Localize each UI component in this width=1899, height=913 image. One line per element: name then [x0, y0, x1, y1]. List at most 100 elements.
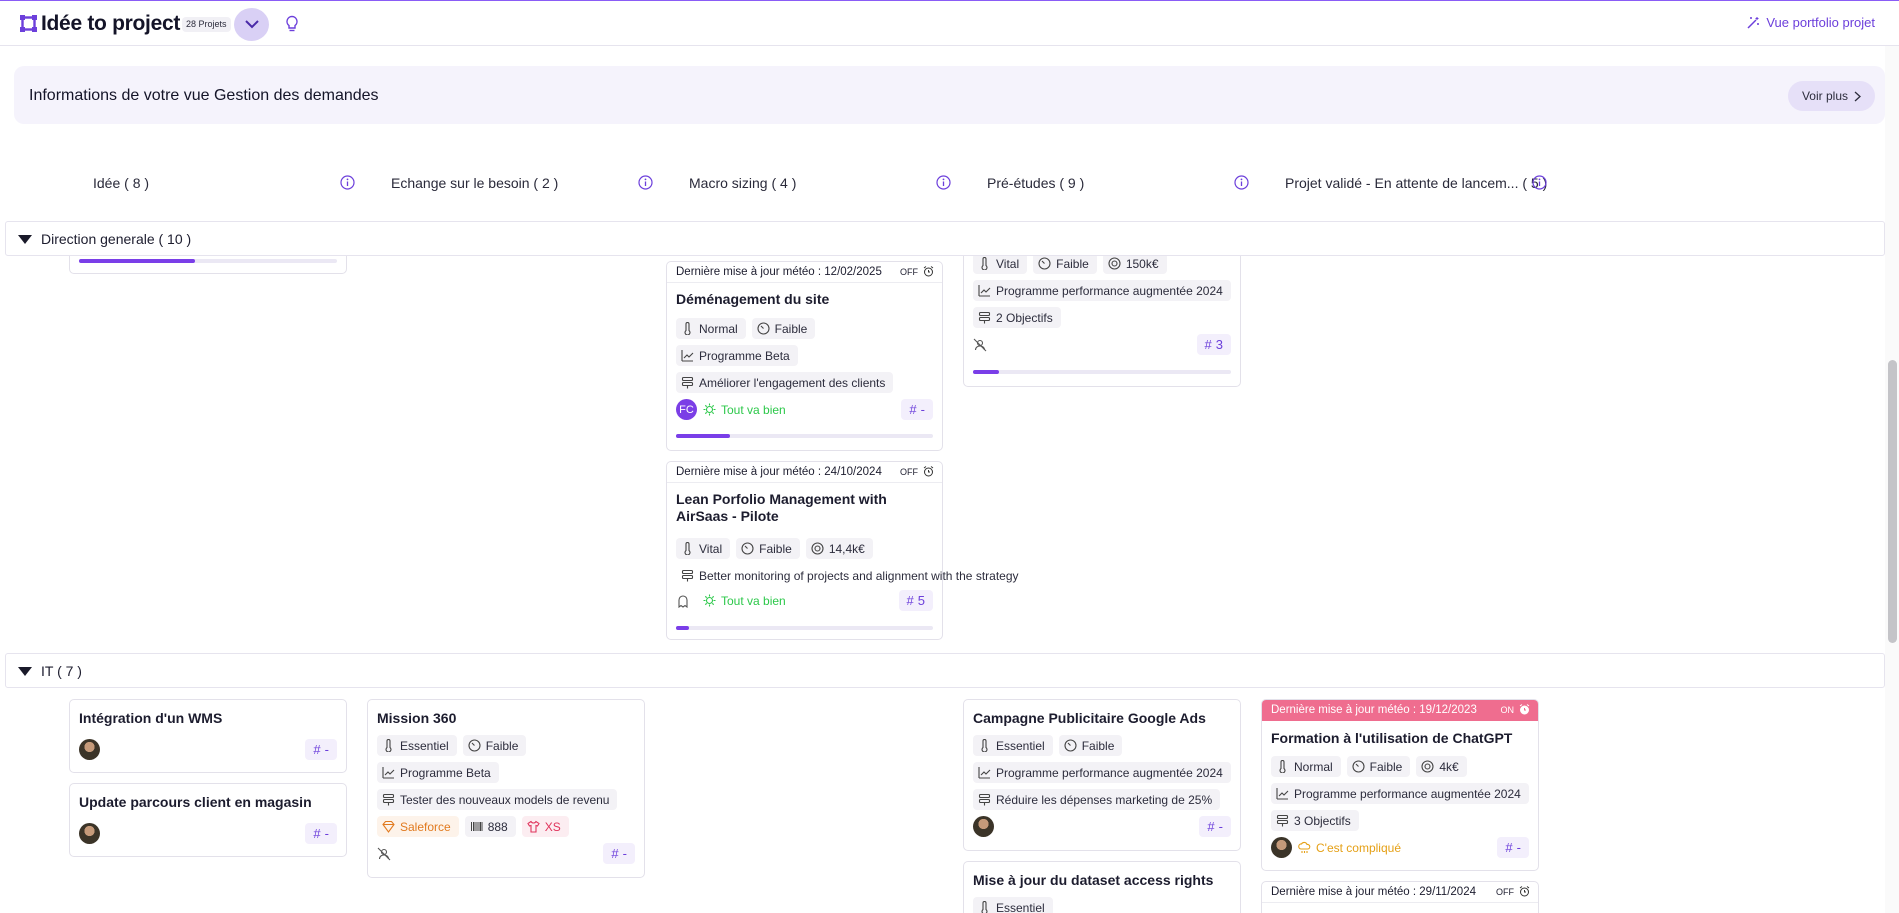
gauge-icon [1064, 739, 1077, 752]
alarm-icon[interactable] [1519, 704, 1530, 715]
chevron-down-icon [244, 20, 259, 29]
thermometer-icon [981, 739, 988, 752]
card-title: Campagne Publicitaire Google Ads [973, 710, 1206, 726]
alarm-icon[interactable] [923, 266, 934, 277]
project-card-lean[interactable]: Dernière mise à jour météo : 24/10/2024 … [666, 461, 1019, 640]
objective-icon [1276, 814, 1289, 827]
project-card-parcours[interactable]: Update parcours client en magasin # - [69, 783, 347, 857]
project-card-chatgpt[interactable]: Dernière mise à jour météo : 19/12/2023 … [1261, 699, 1539, 871]
group-header-it[interactable]: IT ( 7 ) [5, 653, 1885, 688]
priority-tag: Essentiel [973, 897, 1053, 913]
mood-tag: Tout va bien [703, 399, 794, 420]
alarm-icon[interactable] [923, 466, 934, 477]
priority-tag: Normal [676, 318, 746, 339]
objective-tag: Réduire les dépenses marketing de 25% [973, 789, 1221, 810]
info-icon[interactable] [340, 175, 355, 190]
meteo-toggle[interactable]: OFF [1496, 887, 1514, 897]
meteo-toggle[interactable]: OFF [900, 267, 918, 277]
program-icon [1276, 788, 1289, 800]
ticket-count[interactable]: # - [305, 739, 337, 760]
mood-tag: C'est compliqué [1298, 837, 1409, 858]
ticket-count[interactable]: # - [901, 399, 933, 420]
alarm-icon[interactable] [1519, 886, 1530, 897]
group-label: Direction generale ( 10 ) [41, 231, 192, 247]
project-card-last[interactable]: Dernière mise à jour météo : 29/11/2024 … [1261, 881, 1539, 913]
column-header-echange: Echange sur le besoin ( 2 ) [391, 172, 683, 194]
budget-tag: 14,4k€ [805, 538, 873, 559]
ticket-count[interactable]: #3 [1196, 334, 1231, 355]
project-card-mission-360[interactable]: Mission 360 Essentiel Faible Programme B… [367, 699, 645, 878]
page-title: Idée to project [41, 12, 181, 35]
objective-tag: 3 Objectifs [1271, 810, 1359, 831]
avatar[interactable] [973, 816, 994, 837]
thermometer-icon [1279, 760, 1286, 773]
card-title: Mise à jour du dataset access rights [973, 872, 1214, 888]
project-card-google-ads[interactable]: Campagne Publicitaire Google Ads Essenti… [963, 699, 1241, 851]
thermometer-icon [684, 542, 691, 555]
thermometer-icon [385, 739, 392, 752]
no-owner-icon [377, 847, 391, 861]
info-icon[interactable] [1532, 175, 1547, 190]
objective-icon [978, 793, 991, 806]
custom-tag-barcode: 888 [464, 816, 516, 837]
ticket-count[interactable]: # - [603, 843, 635, 864]
avatar[interactable] [79, 823, 100, 844]
card-title: Formation à l'utilisation de ChatGPT [1271, 730, 1513, 746]
magic-wand-icon [1747, 16, 1760, 29]
project-card-dataset[interactable]: Mise à jour du dataset access rights Ess… [963, 861, 1241, 913]
avatar[interactable] [1271, 837, 1292, 858]
objective-tag: 2 Objectifs [973, 307, 1061, 328]
caret-down-icon[interactable] [18, 667, 32, 676]
hash-icon: # [313, 742, 321, 757]
hash-icon: # [611, 846, 619, 861]
voir-plus-button[interactable]: Voir plus [1787, 81, 1875, 111]
complexity-tag: Faible [736, 538, 800, 559]
avatar[interactable]: FC [676, 399, 697, 420]
sun-icon [703, 403, 716, 416]
avatar[interactable] [79, 739, 100, 760]
column-title: Pré-études ( 9 ) [987, 175, 1085, 191]
info-icon[interactable] [638, 175, 653, 190]
column-header-projet-valide: Projet validé - En attente de lancem... … [1285, 172, 1577, 194]
objective-icon [681, 376, 694, 389]
hash-icon: # [313, 826, 321, 841]
card-title: Intégration d'un WMS [79, 710, 223, 726]
ticket-count[interactable]: # - [1497, 837, 1529, 858]
priority-tag: Essentiel [973, 735, 1053, 756]
ticket-count[interactable]: # - [305, 823, 337, 844]
meteo-header: Dernière mise à jour météo : 12/02/2025 … [667, 262, 942, 283]
meteo-toggle[interactable]: OFF [900, 467, 918, 477]
info-icon[interactable] [1234, 175, 1249, 190]
caret-down-icon[interactable] [18, 235, 32, 244]
view-dropdown-button[interactable] [234, 8, 269, 41]
program-tag: Programme Beta [377, 762, 499, 783]
coin-icon [1421, 760, 1434, 773]
top-bar: Idée to project 28 Projets Vue portfolio… [0, 0, 1899, 46]
project-card[interactable]: Vital Faible 150k€ Programme performance… [963, 240, 1241, 387]
card-title: Update parcours client en magasin [79, 794, 312, 810]
priority-tag: Vital [973, 253, 1028, 274]
card-title: Mission 360 [377, 710, 457, 726]
thermometer-icon [981, 901, 988, 913]
ticket-count[interactable]: #5 [898, 590, 933, 611]
info-banner: Informations de votre vue Gestion des de… [14, 66, 1885, 124]
ticket-count[interactable]: # - [1199, 816, 1231, 837]
chevron-right-icon [1854, 91, 1861, 101]
project-card-wms[interactable]: Intégration d'un WMS # - [69, 699, 347, 773]
program-tag: Programme performance augmentée 2024 [1271, 783, 1529, 804]
priority-tag: Normal [1271, 756, 1341, 777]
hash-icon: # [1204, 337, 1212, 352]
progress-fill [973, 370, 999, 374]
progress-bar [676, 626, 933, 630]
gauge-icon [1352, 760, 1365, 773]
group-header-direction-generale[interactable]: Direction generale ( 10 ) [5, 221, 1885, 256]
portfolio-view-link[interactable]: Vue portfolio projet [1746, 15, 1875, 30]
hash-icon: # [1207, 819, 1215, 834]
meteo-toggle[interactable]: ON [1501, 705, 1515, 715]
coin-icon [1108, 257, 1121, 270]
info-icon[interactable] [936, 175, 951, 190]
scrollbar-thumb[interactable] [1888, 360, 1897, 643]
hash-icon: # [1505, 840, 1513, 855]
project-card-demenagement[interactable]: Dernière mise à jour météo : 12/02/2025 … [666, 261, 943, 451]
lightbulb-icon[interactable] [284, 15, 300, 33]
